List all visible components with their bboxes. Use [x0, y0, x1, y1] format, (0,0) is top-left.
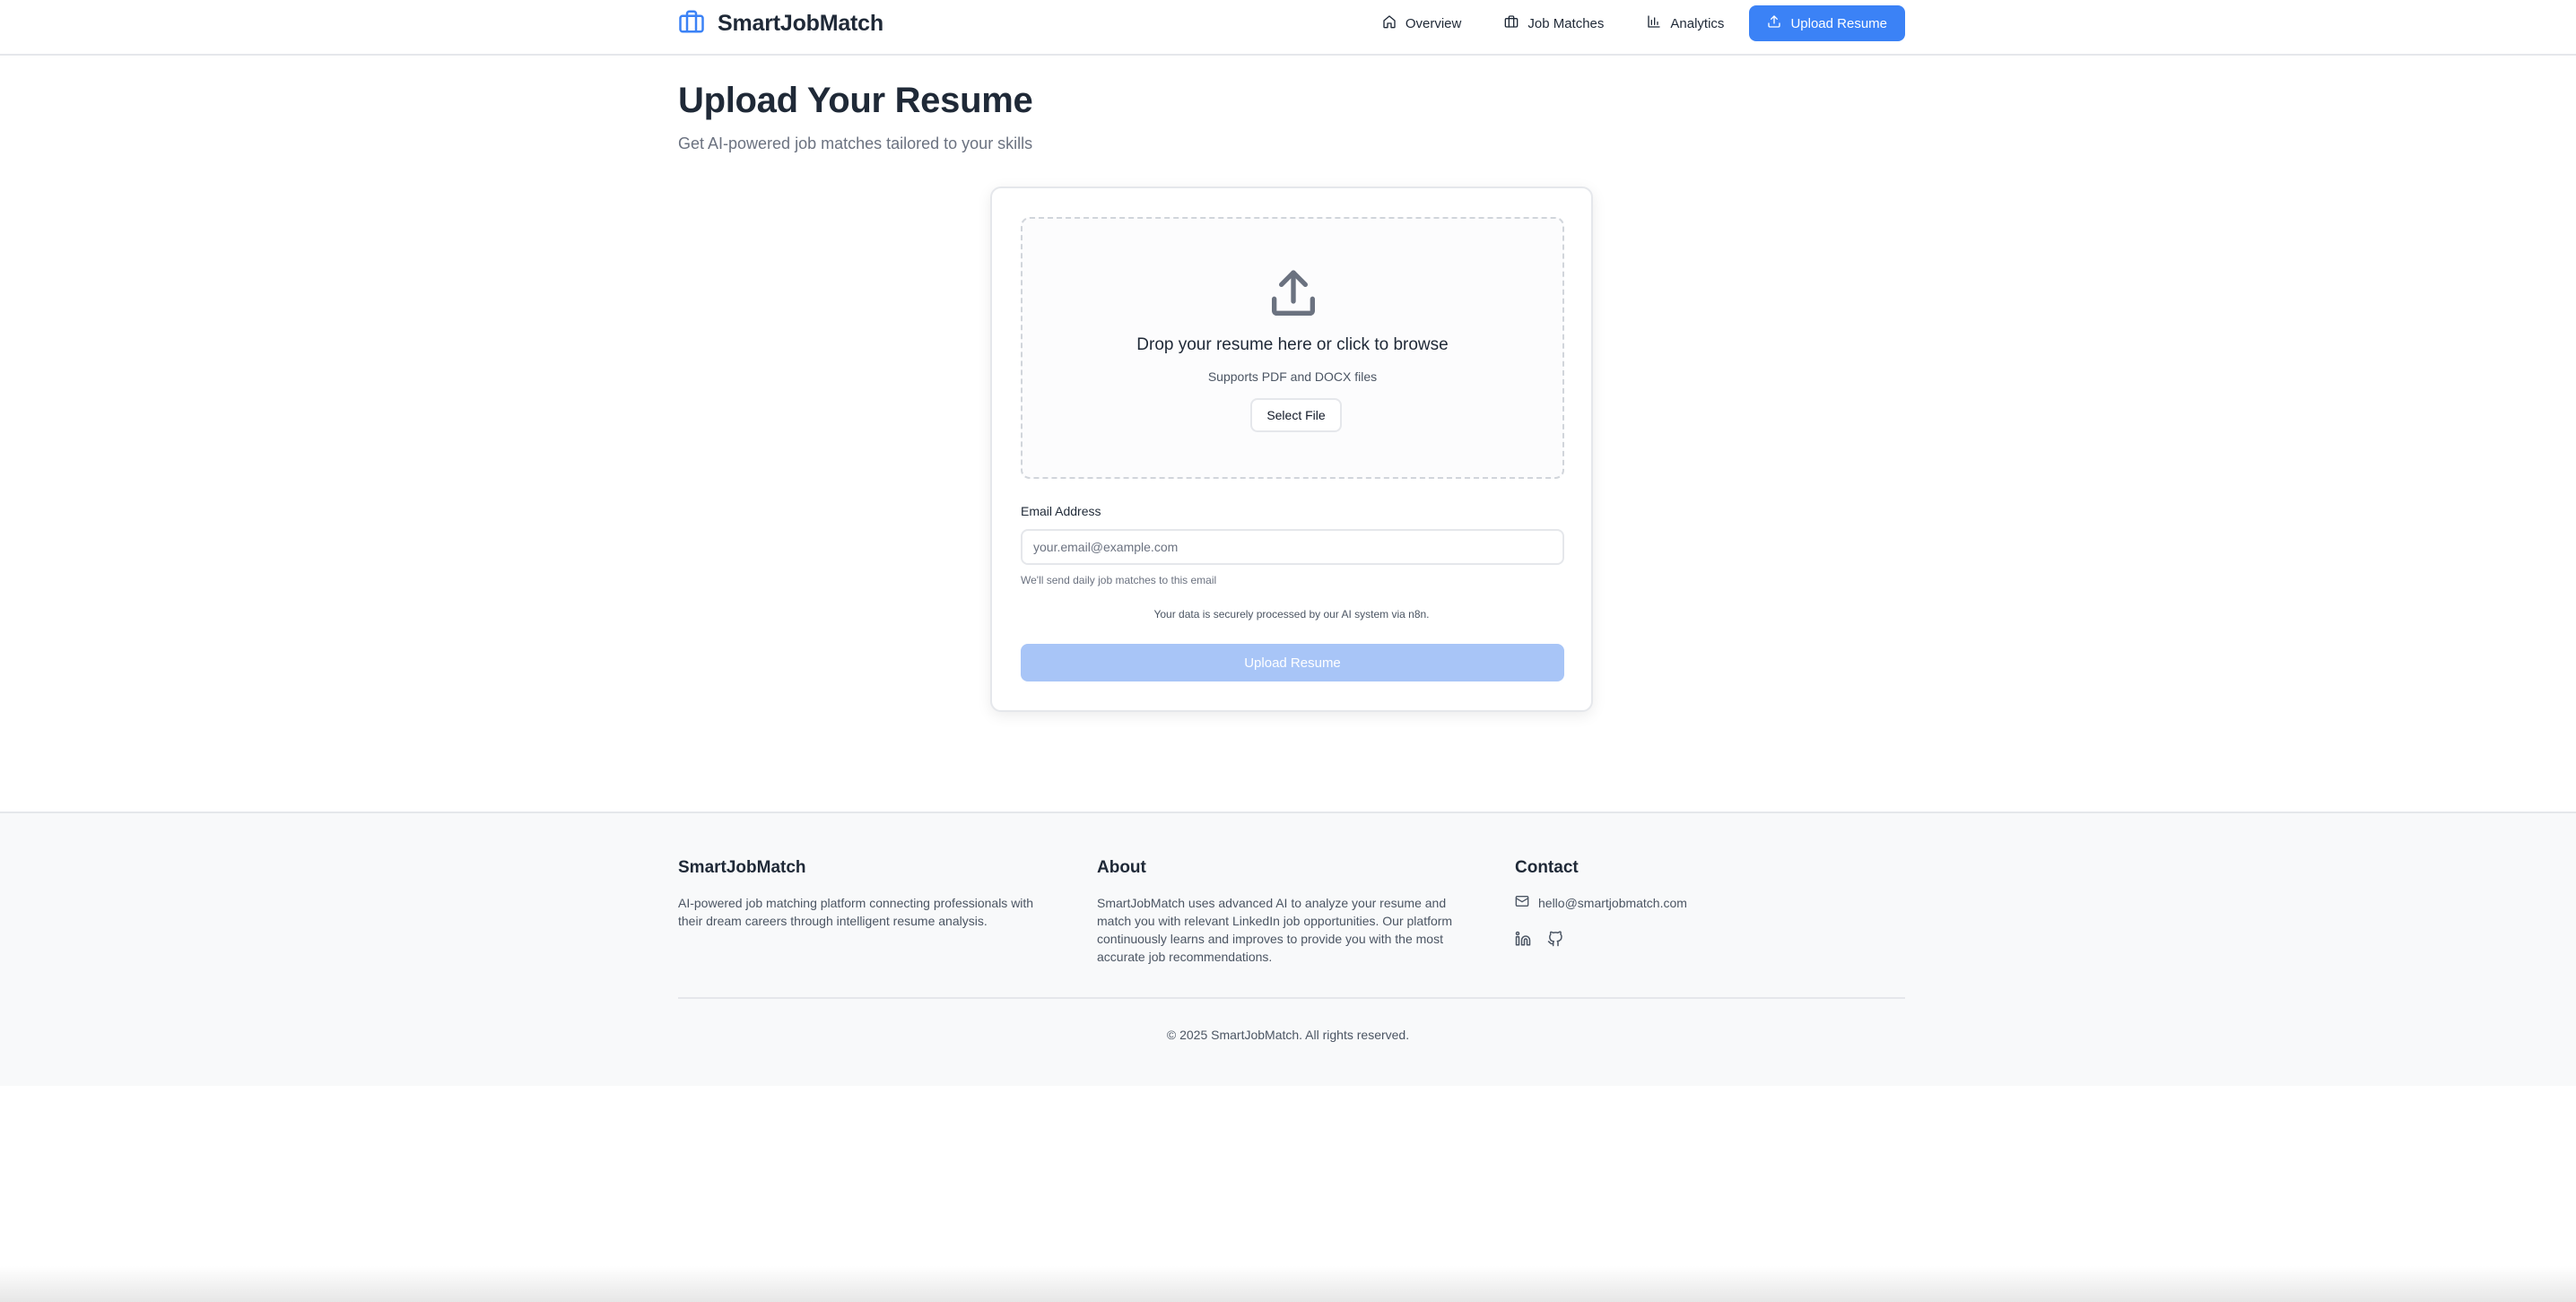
nav-analytics-label: Analytics	[1670, 15, 1725, 31]
mail-icon	[1515, 894, 1529, 911]
dropzone-title: Drop your resume here or click to browse	[1136, 335, 1449, 354]
home-icon	[1382, 14, 1397, 32]
nav-overview-label: Overview	[1405, 15, 1462, 31]
upload-icon	[1767, 14, 1781, 32]
upload-icon	[1265, 265, 1322, 323]
footer-contact-column: Contact hello@smartjobmatch.com	[1515, 858, 1892, 947]
nav-overview[interactable]: Overview	[1364, 5, 1480, 41]
briefcase-icon	[678, 8, 705, 39]
brand-name: SmartJobMatch	[718, 10, 883, 36]
bar-chart-icon	[1647, 14, 1661, 32]
upload-resume-button[interactable]: Upload Resume	[1021, 644, 1564, 681]
page-title: Upload Your Resume	[678, 81, 1033, 120]
footer-brand-column: SmartJobMatch AI-powered job matching pl…	[678, 858, 1055, 930]
footer-about-text: SmartJobMatch uses advanced AI to analyz…	[1097, 896, 1453, 964]
email-hint: We'll send daily job matches to this ema…	[1021, 574, 1217, 586]
bottom-shadow	[0, 1266, 2576, 1302]
footer-contact-title: Contact	[1515, 858, 1579, 877]
contact-email[interactable]: hello@smartjobmatch.com	[1515, 894, 1892, 911]
contact-email-text: hello@smartjobmatch.com	[1538, 895, 1687, 910]
email-label: Email Address	[1021, 504, 1101, 518]
upload-card: Drop your resume here or click to browse…	[990, 187, 1593, 712]
nav-job-matches-label: Job Matches	[1527, 15, 1605, 31]
linkedin-icon[interactable]	[1515, 931, 1531, 947]
dropzone-subtitle: Supports PDF and DOCX files	[1207, 369, 1378, 384]
social-links	[1515, 931, 1892, 947]
select-file-button[interactable]: Select File	[1250, 398, 1342, 432]
privacy-note: Your data is securely processed by our A…	[1153, 608, 1430, 621]
nav-upload-resume[interactable]: Upload Resume	[1749, 5, 1905, 41]
footer-brand-text: AI-powered job matching platform connect…	[678, 896, 1034, 928]
copyright-text: © 2025 SmartJobMatch. All rights reserve…	[1166, 1028, 1410, 1042]
briefcase-icon	[1504, 14, 1519, 32]
nav-upload-resume-label: Upload Resume	[1790, 15, 1887, 31]
brand-logo[interactable]: SmartJobMatch	[678, 10, 883, 37]
email-field[interactable]	[1021, 529, 1564, 565]
nav-job-matches[interactable]: Job Matches	[1486, 5, 1622, 41]
footer-brand-title: SmartJobMatch	[678, 858, 806, 877]
page-footer: SmartJobMatch AI-powered job matching pl…	[0, 812, 2576, 1086]
footer-about-title: About	[1097, 858, 1146, 877]
main-nav: Overview Job Matches Analytics Upload Re…	[1364, 5, 1905, 41]
page-subtitle: Get AI-powered job matches tailored to y…	[678, 135, 1033, 152]
github-icon[interactable]	[1547, 931, 1563, 947]
top-navbar: SmartJobMatch Overview Job Matches Analy…	[0, 0, 2576, 56]
footer-about-column: About SmartJobMatch uses advanced AI to …	[1097, 858, 1474, 966]
nav-analytics[interactable]: Analytics	[1629, 5, 1742, 41]
resume-dropzone[interactable]: Drop your resume here or click to browse…	[1021, 217, 1564, 479]
footer-divider	[678, 997, 1905, 999]
